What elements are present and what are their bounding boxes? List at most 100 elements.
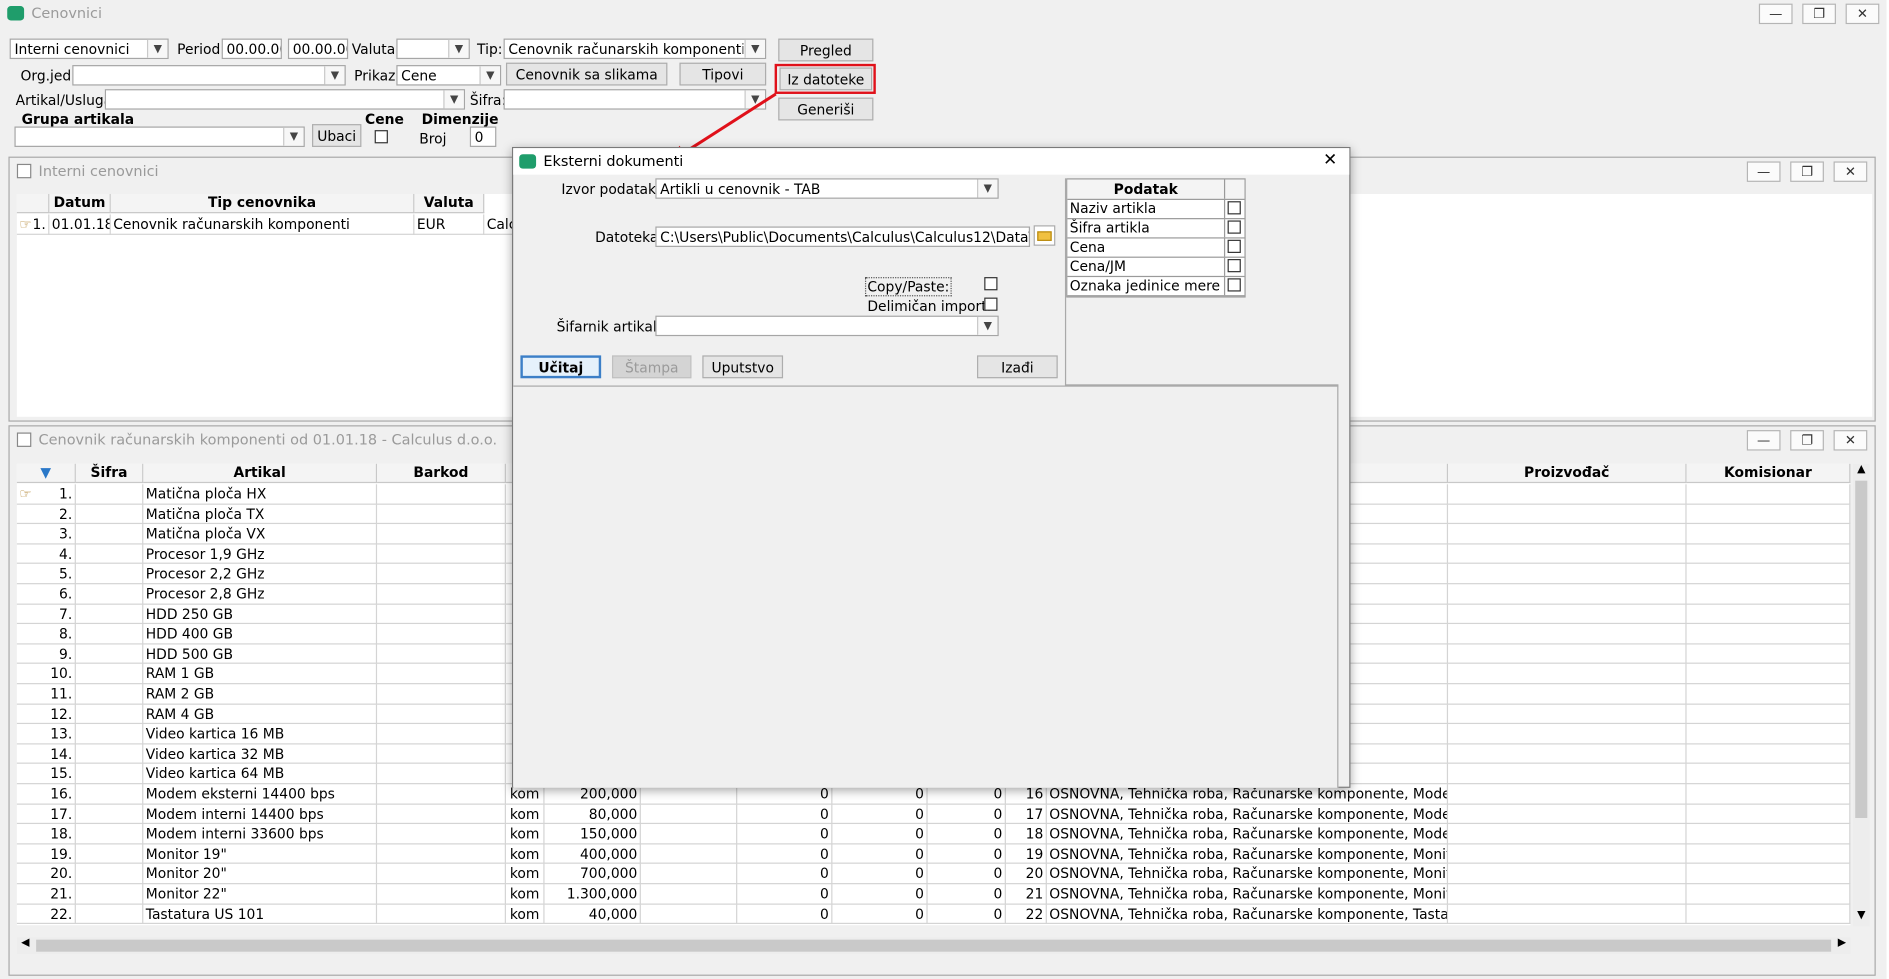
restore-icon[interactable]: ❐ [1790,161,1824,182]
table-row[interactable]: 19. Monitor 19" kom 400,000 0 0 0 19 OSNOVNA, Te… [16,844,1851,865]
podatak-checkbox[interactable] [1227,259,1241,273]
izadji-button[interactable]: Izađi [977,355,1058,379]
ucitaj-button[interactable]: Učitaj [520,355,602,379]
uputstvo-button[interactable]: Uputstvo [702,355,784,379]
komisionar-cell [1687,684,1851,705]
podatak-checkbox[interactable] [1227,239,1241,253]
col-header-artikal[interactable]: Artikal [143,463,378,484]
minimize-icon[interactable]: — [1746,430,1781,451]
podatak-row[interactable]: Oznaka jedinice mere [1067,277,1245,297]
dialog-content-area [513,385,1339,788]
barkod-cell [377,484,506,505]
cene-checkbox[interactable] [374,130,388,144]
z3-cell: 0 [928,804,1006,825]
group-cell: OSNOVNA, Tehnička roba, Računarske kompo… [1047,804,1449,825]
pregled-button[interactable]: Pregled [778,38,874,62]
table-row[interactable]: 18. Modem interni 33600 bps kom 150,000 0 0 0 1… [16,824,1851,845]
izvor-select[interactable]: Artikli u cenovnik - TAB ▼ [655,178,999,199]
podatak-header: Podatak [1067,179,1245,200]
generisi-button[interactable]: Generiši [778,97,874,121]
minimize-icon[interactable]: — [1746,161,1781,182]
table-row[interactable]: 17. Modem interni 14400 bps kom 80,000 0 0 0 17… [16,804,1851,825]
table-row[interactable]: 22. Tastatura US 101 kom 40,000 0 0 0 22 OSNOVNA… [16,904,1851,925]
folder-icon[interactable] [1033,225,1056,246]
col-header-tip[interactable]: Tip cenovnika [110,193,415,214]
valuta-cell: EUR [414,214,485,235]
datoteka-input[interactable]: C:\Users\Public\Documents\Calculus\Calcu… [655,226,1031,247]
stampa-button[interactable]: Štampa [611,355,692,379]
vertical-scrollbar[interactable]: ▲ ▼ [1852,463,1870,927]
cenovnik-type-select[interactable]: Interni cenovnici ▼ [9,38,169,60]
col-header-komisionar[interactable]: Komisionar [1686,463,1851,484]
podatak-table: Podatak Naziv artikla Šifra artikla Cena Ce… [1066,178,1246,298]
artikal-cell: Video kartica 64 MB [143,764,378,785]
komisionar-cell [1687,784,1851,805]
proizvodac-cell [1448,584,1687,605]
col-header-valuta[interactable]: Valuta [414,193,485,214]
window-title: Cenovnici [31,4,103,22]
table-row[interactable]: 20. Monitor 20" kom 700,000 0 0 0 20 OSNOVNA, Te… [16,864,1851,885]
close-icon[interactable]: ✕ [1833,161,1868,182]
prikaz-select[interactable]: Cene ▼ [396,65,502,86]
table-row[interactable]: 21. Monitor 22" kom 1.300,000 0 0 0 21 OSNOVNA, … [16,884,1851,905]
dimenzije-label: Dimenzije [421,110,499,128]
podatak-item-label: Oznaka jedinice mere [1067,277,1226,296]
grupa-artikala-select[interactable]: ▼ [14,126,305,147]
restore-icon[interactable]: ❐ [1802,3,1836,25]
row-number-cell: 15. [17,764,76,785]
proizvodac-cell [1448,664,1687,685]
artikal-select[interactable]: ▼ [104,89,466,110]
scroll-left-icon[interactable]: ◀ [17,937,34,954]
sifarnik-select[interactable]: ▼ [655,315,999,337]
filter-icon[interactable]: ▼ [16,463,76,484]
sifra-select[interactable]: ▼ [503,89,767,110]
podatak-checkbox[interactable] [1227,220,1241,234]
podatak-checkbox[interactable] [1227,278,1241,292]
dialog-title: Eksterni dokumenti [543,152,684,170]
horizontal-scrollbar[interactable]: ◀ ▶ [16,937,1851,955]
barkod-cell [377,524,506,545]
podatak-checkbox[interactable] [1227,201,1241,215]
close-icon[interactable]: ✕ [1845,3,1880,25]
scroll-thumb[interactable] [1855,480,1868,818]
org-jed-select[interactable]: ▼ [72,65,346,86]
scroll-up-icon[interactable]: ▲ [1853,464,1870,481]
col-header-datum[interactable]: Datum [49,193,111,214]
valuta-select[interactable]: ▼ [396,38,470,60]
col-header-proizvodac[interactable]: Proizvođač [1448,463,1687,484]
artikal-cell: Procesor 2,8 GHz [143,584,378,605]
podatak-row[interactable]: Šifra artikla [1067,219,1245,239]
scroll-right-icon[interactable]: ▶ [1834,937,1851,954]
close-icon[interactable]: ✕ [1833,430,1868,451]
col-header-barkod[interactable]: Barkod [377,463,506,484]
restore-icon[interactable]: ❐ [1790,430,1824,451]
tipovi-button[interactable]: Tipovi [679,62,767,86]
cenovnik-sa-slikama-button[interactable]: Cenovnik sa slikama [505,62,668,86]
barkod-cell [377,504,506,525]
period-from-input[interactable]: 00.00.00 [221,38,282,60]
chevron-down-icon: ▼ [744,39,765,58]
podatak-row[interactable]: Cena/JM [1067,257,1245,278]
scroll-thumb-h[interactable] [36,939,1832,952]
podatak-row[interactable]: Cena [1067,238,1245,258]
copy-paste-checkbox[interactable] [984,277,998,291]
barkod-cell [377,564,506,585]
group-cell: OSNOVNA, Tehnička roba, Računarske kompo… [1047,904,1449,925]
ubaci-button[interactable]: Ubaci [312,124,362,147]
tip-select[interactable]: Cenovnik računarskih komponenti ▼ [503,38,767,60]
delimican-checkbox[interactable] [984,297,998,311]
table-row[interactable]: ☞ 1. 01.01.18 Cenovnik računarskih kompon… [16,214,523,235]
app-logo-icon [519,154,537,169]
jm-cell: kom [506,824,545,845]
close-icon[interactable]: ✕ [1323,151,1337,170]
minimize-icon[interactable]: — [1758,3,1793,25]
sifra-cell [76,604,144,625]
col-header-sifra[interactable]: Šifra [75,463,144,484]
period-to-input[interactable]: 00.00.00 [287,38,349,60]
scroll-down-icon[interactable]: ▼ [1853,910,1870,927]
broj-input[interactable]: 0 [469,126,497,147]
cena-cell: 40,000 [545,904,641,925]
artikal-cell: RAM 2 GB [143,684,378,705]
proizvodac-cell [1448,484,1687,505]
podatak-row[interactable]: Naziv artikla [1067,199,1245,220]
